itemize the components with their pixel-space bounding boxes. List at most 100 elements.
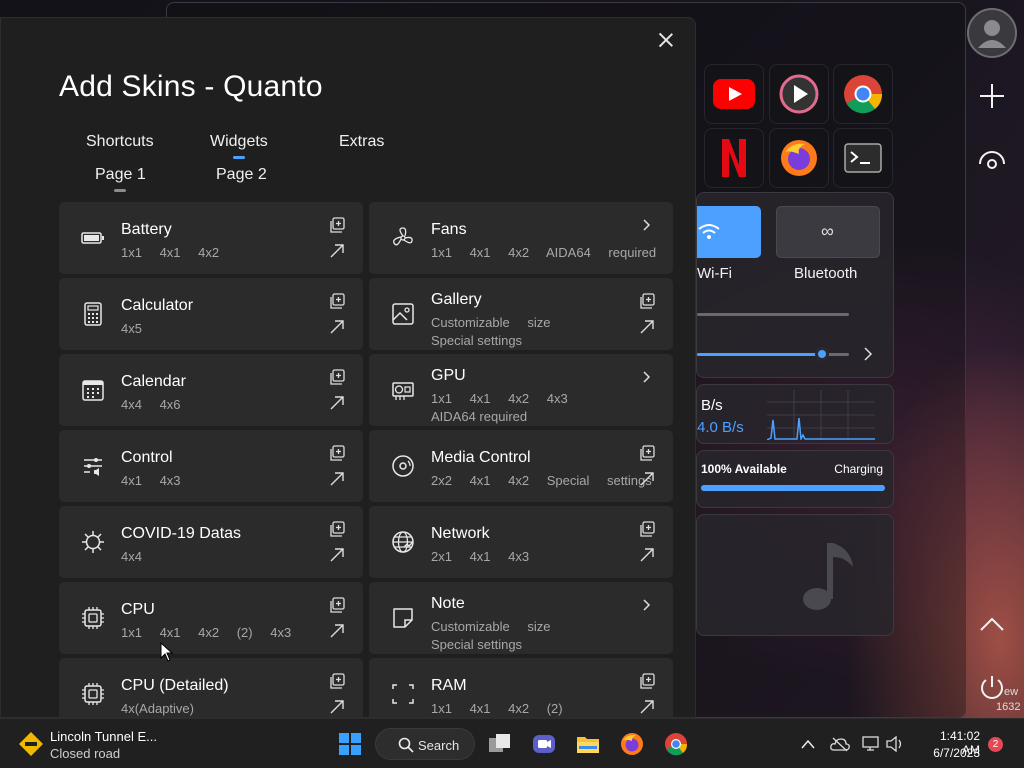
widget-card-battery[interactable]: Battery 1x1 4x1 4x2 [59,202,363,274]
battery-widget: 100% Available Charging [696,450,894,508]
volume-slider[interactable] [697,347,849,361]
battery-state: Charging [834,462,883,476]
widget-sizes: 1x1 4x1 4x2 (2) [431,701,563,716]
eye-icon[interactable] [977,148,1007,172]
add-copy-icon[interactable] [639,293,655,309]
widget-note: Special settings [431,637,523,652]
teams-chat-icon[interactable] [532,732,556,756]
widget-card-fans[interactable]: Fans 1x1 4x1 4x2 AIDA64 required [369,202,673,274]
add-copy-icon[interactable] [639,521,655,537]
globe-icon [391,530,415,554]
widget-card-note[interactable]: Note Customizable size Special settings [369,582,673,654]
terminal-tile[interactable] [833,128,893,188]
chrome-icon[interactable] [664,732,688,756]
windows-start-icon[interactable] [338,732,362,756]
wifi-toggle[interactable] [697,206,761,258]
page-label: Page 1 [95,166,146,183]
youtube-tile[interactable] [704,64,764,124]
open-arrow-icon[interactable] [329,547,345,563]
open-arrow-icon[interactable] [329,319,345,335]
tab-label: Widgets [210,133,268,150]
tab-shortcuts[interactable]: Shortcuts [86,133,154,151]
tab-widgets[interactable]: Widgets [210,133,268,159]
search-button[interactable]: Search [375,728,475,760]
chevron-right-icon[interactable] [641,598,653,611]
disc-icon [391,454,415,478]
media-player-tile[interactable] [769,64,829,124]
widget-card-ram[interactable]: RAM 1x1 4x1 4x2 (2) [369,658,673,717]
rail-text-1: ew [1004,686,1019,698]
add-copy-icon[interactable] [639,673,655,689]
add-copy-icon[interactable] [329,521,345,537]
widget-card-covid-19-datas[interactable]: COVID-19 Datas 4x4 [59,506,363,578]
widget-card-gallery[interactable]: Gallery Customizable size Special settings [369,278,673,350]
open-arrow-icon[interactable] [639,699,655,715]
taskbar: Lincoln Tunnel E... Closed road Search 1… [0,718,1024,768]
dialog-title: Add Skins - Quanto [59,70,323,103]
chrome-tile[interactable] [833,64,893,124]
widget-card-cpu[interactable]: CPU 1x1 4x1 4x2 (2) 4x3 [59,582,363,654]
firefox-tile[interactable] [769,128,829,188]
chevron-right-icon[interactable] [863,347,873,361]
person-icon [978,20,1006,48]
widget-card-cpu-detailed[interactable]: CPU (Detailed) 4x(Adaptive) [59,658,363,717]
onedrive-offline-icon[interactable] [830,736,850,752]
file-explorer-icon[interactable] [576,732,600,756]
widget-card-gpu[interactable]: GPU 1x1 4x1 4x2 4x3 AIDA64 required [369,354,673,426]
bluetooth-toggle[interactable]: ∞ [776,206,880,258]
open-arrow-icon[interactable] [329,471,345,487]
widget-title[interactable]: Lincoln Tunnel E... [50,729,157,744]
volume-slider-thumb[interactable] [814,347,829,361]
page-1-tab[interactable]: Page 1 [95,166,146,192]
battery-bar [701,485,885,491]
add-copy-icon[interactable] [639,445,655,461]
widget-card-calculator[interactable]: Calculator 4x5 [59,278,363,350]
net-rate-2: 4.0 B/s [697,419,744,436]
open-arrow-icon[interactable] [639,471,655,487]
add-copy-icon[interactable] [329,217,345,233]
add-copy-icon[interactable] [329,445,345,461]
open-arrow-icon[interactable] [639,547,655,563]
open-arrow-icon[interactable] [329,699,345,715]
add-copy-icon[interactable] [329,673,345,689]
add-icon[interactable] [978,82,1006,110]
chevron-right-icon[interactable] [641,370,653,383]
power-icon[interactable] [978,674,1006,702]
road-closed-icon [19,732,43,756]
widget-note: Special settings [431,333,523,348]
task-view-icon[interactable] [488,732,512,756]
widget-sizes: 1x1 4x1 4x2 4x3 [431,391,568,406]
page-2-tab[interactable]: Page 2 [216,166,267,184]
widget-card-control[interactable]: Control 4x1 4x3 [59,430,363,502]
ram-icon [391,682,415,706]
close-button[interactable] [655,29,677,51]
add-copy-icon[interactable] [329,369,345,385]
add-copy-icon[interactable] [329,293,345,309]
clock-date[interactable]: 6/7/2023 [920,746,980,760]
network-icon[interactable] [862,736,882,752]
widget-note: AIDA64 required [431,409,528,424]
notification-badge[interactable]: 2 [988,737,1003,752]
chevron-right-icon[interactable] [641,218,653,231]
widget-card-calendar[interactable]: Calendar 4x4 4x6 [59,354,363,426]
widget-card-media-control[interactable]: Media Control 2x2 4x1 4x2 Special setting… [369,430,673,502]
battery-icon [81,226,105,250]
brightness-slider[interactable] [697,313,849,316]
widget-card-network[interactable]: Network 2x1 4x1 4x3 [369,506,673,578]
open-arrow-icon[interactable] [329,395,345,411]
firefox-icon [781,140,817,176]
open-arrow-icon[interactable] [639,319,655,335]
user-avatar[interactable] [967,8,1017,58]
volume-icon[interactable] [886,736,904,752]
open-arrow-icon[interactable] [329,243,345,259]
netflix-tile[interactable] [704,128,764,188]
network-widget: B/s 4.0 B/s [696,384,894,444]
traffic-widget[interactable] [18,731,44,757]
music-widget[interactable] [696,514,894,636]
chevron-up-icon[interactable] [801,739,815,749]
add-copy-icon[interactable] [329,597,345,613]
open-arrow-icon[interactable] [329,623,345,639]
firefox-icon[interactable] [620,732,644,756]
tab-extras[interactable]: Extras [339,133,384,151]
chevron-up-icon[interactable] [979,616,1005,632]
